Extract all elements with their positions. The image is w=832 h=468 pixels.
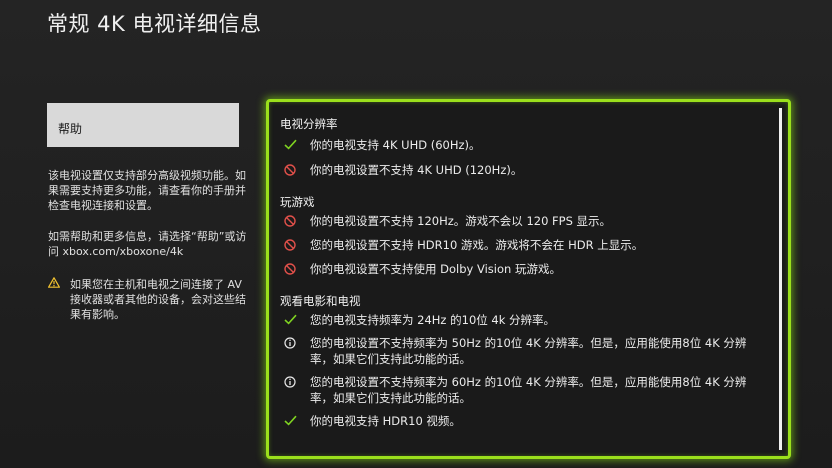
item-text: 你的电视支持 4K UHD (60Hz)。 bbox=[310, 138, 481, 152]
check-icon bbox=[280, 413, 310, 429]
list-item: 你的电视设置不支持 4K UHD (120Hz)。 bbox=[280, 162, 766, 178]
section-title-gaming: 玩游戏 bbox=[280, 195, 315, 209]
check-icon bbox=[280, 137, 310, 153]
tv-details-panel[interactable]: 电视分辨率 你的电视支持 4K UHD (60Hz)。 你的电视设置不支持 4K… bbox=[266, 99, 791, 459]
list-item: 你的电视设置不支持 120Hz。游戏不会以 120 FPS 显示。 bbox=[280, 213, 766, 229]
item-text: 你的电视设置不支持 4K UHD (120Hz)。 bbox=[310, 163, 523, 177]
info-icon bbox=[280, 374, 310, 390]
help-button[interactable]: 帮助 bbox=[47, 103, 239, 147]
not-supported-icon bbox=[280, 213, 310, 229]
list-item: 您的电视设置不支持频率为 50Hz 的10位 4K 分辨率。但是，应用能使用8位… bbox=[280, 335, 766, 367]
tv-details-screen: 常规 4K 电视详细信息 帮助 该电视设置仅支持部分高级视频功能。如果需要支持更… bbox=[0, 0, 832, 468]
info-icon bbox=[280, 335, 310, 351]
item-text: 您的电视设置不支持频率为 60Hz 的10位 4K 分辨率。但是，应用能使用8位… bbox=[310, 375, 747, 405]
warning-icon bbox=[48, 277, 68, 322]
list-item: 您的电视设置不支持 HDR10 游戏。游戏将不会在 HDR 上显示。 bbox=[280, 237, 766, 253]
warning-note: 如果您在主机和电视之间连接了 AV 接收器或者其他的设备，会对这些结果有影响。 bbox=[48, 277, 248, 322]
item-text: 您的电视支持频率为 24Hz 的10位 4k 分辨率。 bbox=[310, 313, 556, 327]
item-text: 您的电视设置不支持 HDR10 游戏。游戏将不会在 HDR 上显示。 bbox=[310, 238, 644, 252]
help-button-label: 帮助 bbox=[58, 122, 83, 136]
list-item: 您的电视设置不支持频率为 60Hz 的10位 4K 分辨率。但是，应用能使用8位… bbox=[280, 374, 766, 406]
list-item: 你的电视支持 4K UHD (60Hz)。 bbox=[280, 137, 766, 153]
details-list: 电视分辨率 你的电视支持 4K UHD (60Hz)。 你的电视设置不支持 4K… bbox=[280, 114, 766, 429]
not-supported-icon bbox=[280, 162, 310, 178]
section-title-resolution: 电视分辨率 bbox=[280, 117, 338, 131]
not-supported-icon bbox=[280, 261, 310, 277]
not-supported-icon bbox=[280, 237, 310, 253]
item-text: 您的电视设置不支持频率为 50Hz 的10位 4K 分辨率。但是，应用能使用8位… bbox=[310, 336, 747, 366]
help-more-info: 如需帮助和更多信息，请选择“帮助”或访问 xbox.com/xboxone/4k bbox=[48, 230, 247, 258]
page-title: 常规 4K 电视详细信息 bbox=[47, 12, 262, 36]
section-title-movies-tv: 观看电影和电视 bbox=[280, 294, 361, 308]
item-text: 你的电视设置不支持 120Hz。游戏不会以 120 FPS 显示。 bbox=[310, 214, 612, 228]
item-text: 你的电视设置不支持使用 Dolby Vision 玩游戏。 bbox=[310, 262, 561, 276]
warning-text: 如果您在主机和电视之间连接了 AV 接收器或者其他的设备，会对这些结果有影响。 bbox=[70, 278, 246, 321]
list-item: 您的电视支持频率为 24Hz 的10位 4k 分辨率。 bbox=[280, 312, 766, 328]
list-item: 你的电视设置不支持使用 Dolby Vision 玩游戏。 bbox=[280, 261, 766, 277]
help-description: 该电视设置仅支持部分高级视频功能。如果需要支持更多功能，请查看你的手册并检查电视… bbox=[48, 169, 246, 212]
item-text: 你的电视支持 HDR10 视频。 bbox=[310, 414, 461, 428]
scrollbar[interactable] bbox=[779, 108, 782, 450]
check-icon bbox=[280, 312, 310, 328]
list-item: 你的电视支持 HDR10 视频。 bbox=[280, 413, 766, 429]
